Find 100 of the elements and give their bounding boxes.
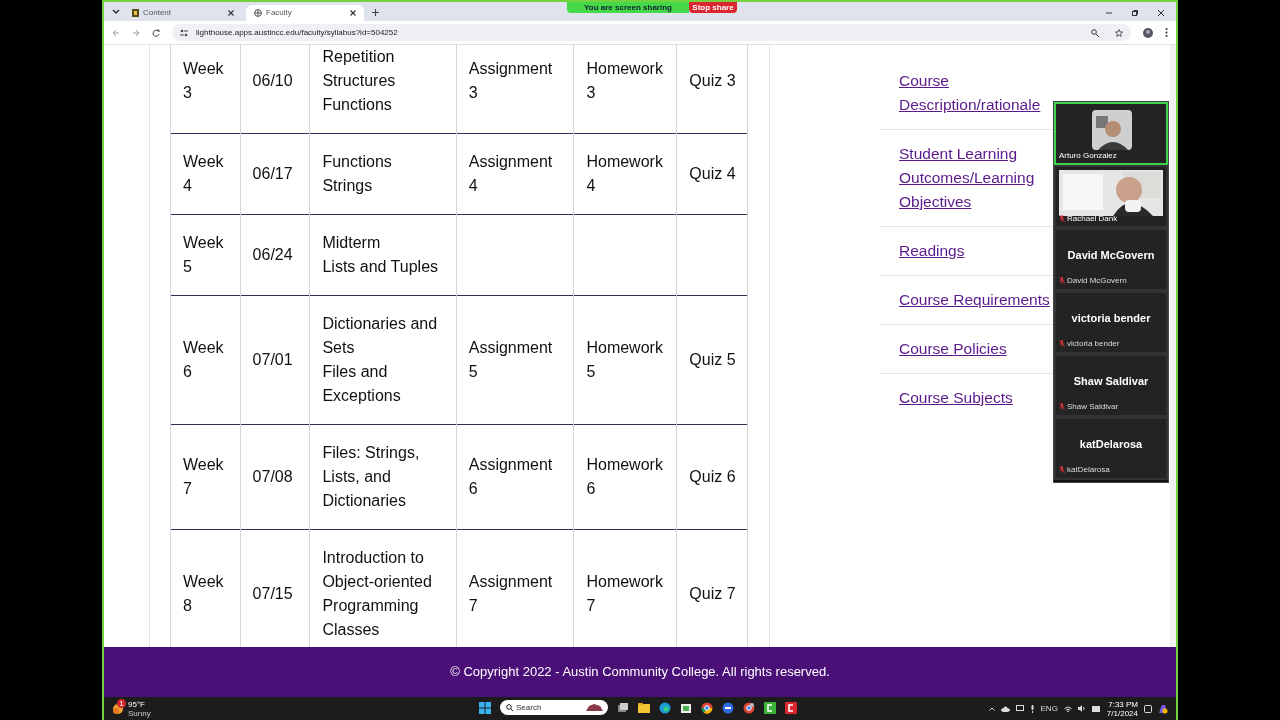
topic-text: Strings [322,176,374,196]
date-text: 06/24 [252,245,294,265]
restore-icon[interactable] [1132,10,1138,16]
topic-text: Lists and Tuples [322,257,440,277]
participant-name: Arturo Gonzalez [1059,150,1117,162]
sidebar-link[interactable]: Course Subjects [899,386,1013,410]
assignment-text: Assignment 5 [468,338,554,382]
topic-text: Files: Strings, Lists, and Dictionaries [322,443,421,511]
week-text: Week 5 [183,233,224,277]
battery-icon[interactable] [1091,705,1101,712]
quiz-text: Quiz 4 [689,164,737,184]
participant-label: Shaw Saldivar [1067,401,1119,413]
notification-icon[interactable] [1144,704,1152,713]
participant-name: victoria bender [1071,311,1151,327]
meeting-app-icon[interactable] [722,701,734,714]
quiz-text: Quiz 3 [689,71,737,91]
topic-text: Repetition [322,47,396,67]
more-menu-icon[interactable] [1165,28,1168,37]
topic-text: Midterm [322,233,382,253]
muted-mic-icon [1059,403,1065,411]
date-text: 07/01 [252,350,294,370]
app-icon[interactable] [764,701,776,714]
week-text: Week 3 [183,59,224,103]
homework-text: Homework 3 [586,59,664,103]
week-text: Week 7 [183,455,224,499]
tab-title: Content [143,7,173,19]
page-icon [132,9,139,17]
muted-mic-icon [1059,215,1065,223]
topic-text: Files and Exceptions [322,362,402,406]
close-icon[interactable] [1158,10,1164,16]
chevron-up-icon[interactable] [988,706,995,711]
task-view-icon[interactable] [617,701,629,714]
topic-text: Introduction to Object-oriented Programming Classes [322,548,433,640]
close-icon[interactable] [228,10,234,16]
url-field[interactable]: lighthouse.apps.austincc.edu/faculty/syllabus?id=504252 [172,24,1131,41]
stop-share-button[interactable]: Stop share [689,2,737,13]
sidebar-link[interactable]: Course Description/rationale [899,69,1052,117]
globe-icon [254,9,262,17]
copilot-icon[interactable] [1158,703,1168,714]
participant-label: David McGovern [1067,275,1127,287]
weather-condition: Sunny [128,708,151,718]
chrome-icon[interactable] [701,701,713,714]
sidebar-link[interactable]: Student Learning Outcomes/Learning Objectives [899,142,1052,214]
notification-badge: 1 [117,698,126,708]
speaker-icon[interactable] [1077,705,1086,712]
clock-time: 7:33 PM [1108,699,1138,709]
browser-tab[interactable]: Faculty [246,5,364,21]
edge-browser-icon[interactable] [659,701,671,714]
topic-text: Structures [322,71,397,91]
assignment-text: Assignment 4 [468,152,554,196]
quiz-text: Quiz 6 [689,467,737,487]
url-text: lighthouse.apps.austincc.edu/faculty/syllabus?id=504252 [196,26,398,39]
monitor-icon[interactable] [1015,705,1024,712]
zoom-icon[interactable] [1091,28,1099,37]
cloud-icon[interactable] [1000,705,1010,712]
star-icon[interactable] [1115,28,1123,37]
muted-mic-icon [1059,277,1065,285]
week-text: Week 6 [183,338,224,382]
back-arrow-icon[interactable] [112,28,120,37]
folder-icon[interactable] [638,701,650,714]
copyright-text: © Copyright 2022 - Austin Community College. All rights reserved. [450,663,830,682]
date-text: 07/08 [252,467,294,487]
plus-icon[interactable] [372,9,379,16]
store-icon[interactable] [680,701,692,714]
assignment-text: Assignment 6 [468,455,554,499]
topic-text: Functions [322,95,393,115]
sidebar-link[interactable]: Readings [899,239,965,263]
language-indicator: ENG [1040,702,1058,715]
chrome-profile-icon[interactable] [743,701,755,714]
forward-arrow-icon[interactable] [132,28,140,37]
sidebar-link[interactable]: Course Requirements [899,288,1050,312]
homework-text: Homework 7 [586,572,664,616]
browser-tab[interactable]: Content [124,5,242,21]
participant-name: David McGovern [1067,248,1155,264]
reload-icon[interactable] [152,28,160,37]
quiz-text: Quiz 5 [689,350,737,370]
search-field[interactable]: Search [500,700,608,715]
minimize-icon[interactable] [1106,10,1112,16]
participant-label: victoria bender [1067,338,1120,350]
chevron-down-icon[interactable] [112,8,120,16]
clock-date: 7/1/2024 [1106,708,1138,718]
tab-title: Faculty [266,7,293,19]
topic-text: Dictionaries and Sets [322,314,439,358]
participant-name: Rachael Dank [1067,213,1118,225]
site-settings-icon[interactable] [180,28,188,37]
wifi-icon[interactable] [1063,705,1072,712]
participant-name: Shaw Saldivar [1073,374,1149,390]
homework-text: Homework 6 [586,455,664,499]
muted-mic-icon [1059,340,1065,348]
sidebar-link[interactable]: Course Policies [899,337,1007,361]
date-text: 06/10 [252,71,294,91]
windows-start-icon[interactable] [479,701,491,714]
profile-avatar-icon[interactable] [1143,27,1153,38]
close-icon[interactable] [350,10,356,16]
week-text: Week 4 [183,152,224,196]
weather-temperature: 95°F [128,699,146,709]
app-icon[interactable] [785,701,797,714]
homework-text: Homework 5 [586,338,664,382]
assignment-text: Assignment 3 [468,59,554,103]
date-text: 06/17 [252,164,294,184]
